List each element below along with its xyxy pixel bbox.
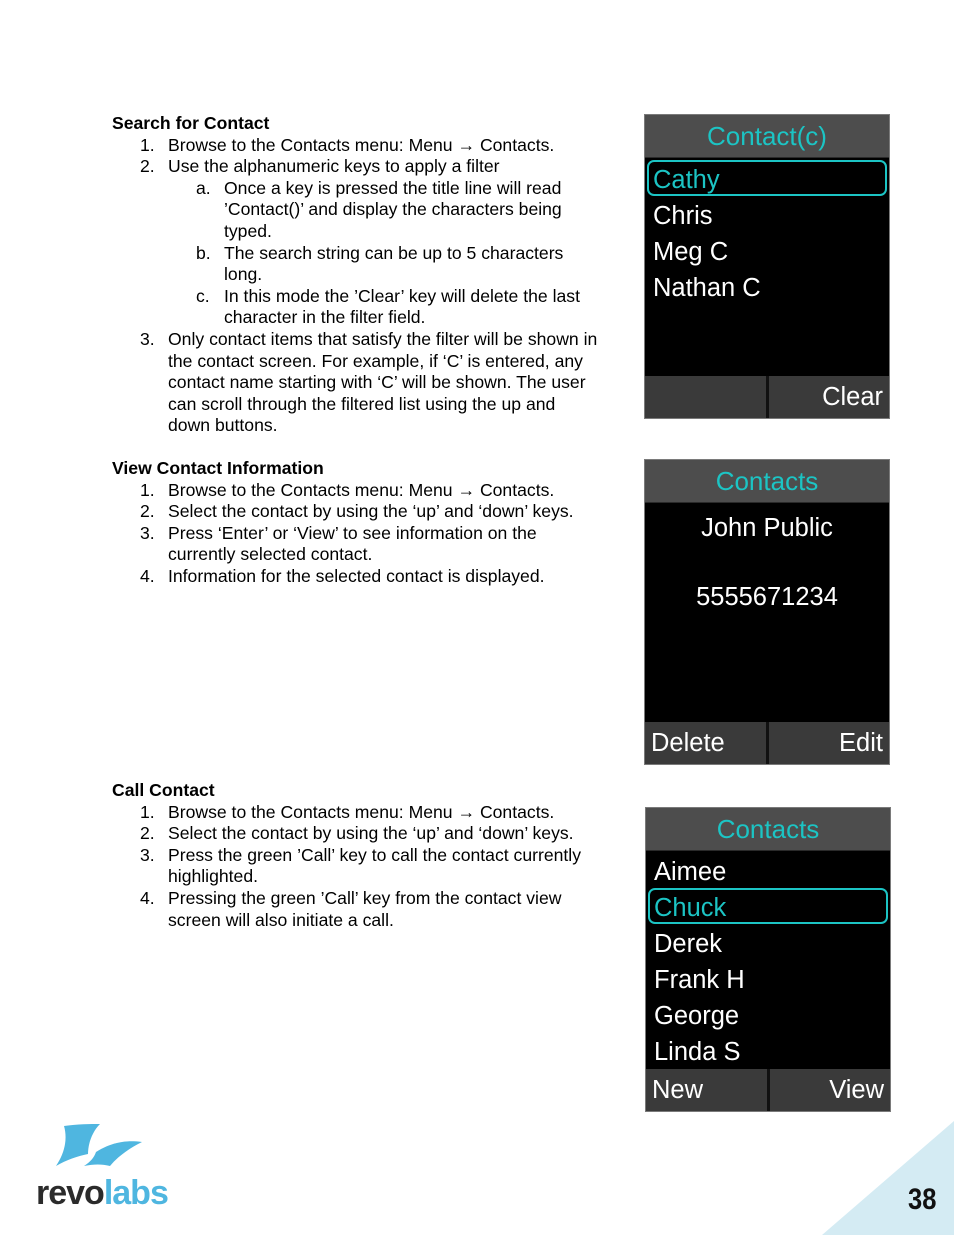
softkey-new[interactable]: New: [646, 1069, 770, 1111]
step-text: Browse to the Contacts menu: Menu → Cont…: [168, 134, 555, 155]
contact-row[interactable]: Meg C: [647, 232, 887, 268]
substep-letter: b.: [196, 242, 211, 263]
step-text: Select the contact by using the ‘up’ and…: [168, 501, 574, 522]
step-text: Use the alphanumeric keys to apply a fil…: [168, 156, 500, 177]
substep-item: a. Once a key is pressed the title line w…: [168, 178, 602, 243]
step-item: 2. Use the alphanumeric keys to apply a f…: [112, 156, 602, 329]
step-item: 1. Browse to the Contacts menu: Menu → Co…: [112, 802, 602, 824]
contact-row[interactable]: Nathan C: [647, 268, 887, 304]
step-item: 3. Press the green ’Call’ key to call the…: [112, 845, 602, 888]
step-number: 1.: [140, 801, 155, 822]
page-number: 38: [907, 1183, 936, 1216]
step-item: 2. Select the contact by using the ‘up’ a…: [112, 823, 602, 845]
steps-list: 1. Browse to the Contacts menu: Menu → Co…: [112, 480, 602, 588]
step-number: 3.: [140, 328, 155, 349]
step-number: 1.: [140, 134, 155, 155]
softkey-edit[interactable]: Edit: [768, 722, 889, 764]
screen-title: Contact(c): [645, 115, 889, 158]
softkey-clear[interactable]: Clear: [768, 376, 889, 418]
contact-row-selected[interactable]: Cathy: [647, 160, 887, 196]
contact-row-selected[interactable]: Chuck: [648, 888, 888, 924]
contact-row[interactable]: Aimee: [648, 852, 888, 888]
contact-name: John Public: [701, 514, 833, 542]
contact-row[interactable]: Linda S: [648, 1032, 888, 1068]
step-item: 3. Only contact items that satisfy the fi…: [112, 329, 602, 437]
contact-row[interactable]: George: [648, 996, 888, 1032]
steps-list: 1. Browse to the Contacts menu: Menu → Co…: [112, 135, 602, 437]
section-search-contact: Search for Contact 1. Browse to the Conta…: [112, 113, 602, 437]
step-item: 1. Browse to the Contacts menu: Menu → Co…: [112, 480, 602, 502]
phone-screen-list: Contacts Aimee Chuck Derek Frank H Georg…: [645, 807, 891, 1112]
contact-row[interactable]: Derek: [648, 924, 888, 960]
contact-list: Cathy Chris Meg C Nathan C: [645, 158, 889, 304]
substep-text: The search string can be up to 5 charact…: [224, 242, 564, 285]
softkey-bar: New View: [646, 1069, 890, 1111]
step-text: Press ‘Enter’ or ‘View’ to see informati…: [168, 522, 537, 565]
step-text: Select the contact by using the ‘up’ and…: [168, 823, 574, 844]
softkey-bar: Clear: [645, 376, 889, 418]
section-heading: View Contact Information: [112, 458, 324, 478]
step-number: 4.: [140, 565, 155, 586]
section-call-contact: Call Contact 1. Browse to the Contacts me…: [112, 780, 602, 931]
step-number: 3.: [140, 522, 155, 543]
logo-wordmark: revolabs: [36, 1174, 169, 1213]
contact-list: Aimee Chuck Derek Frank H George Linda S: [646, 851, 890, 1068]
step-text: Browse to the Contacts menu: Menu → Cont…: [168, 479, 555, 500]
step-number: 2.: [140, 156, 155, 177]
step-number: 2.: [140, 501, 155, 522]
step-number: 2.: [140, 823, 155, 844]
step-text: Browse to the Contacts menu: Menu → Cont…: [168, 801, 555, 822]
phone-screen-filter: Contact(c) Cathy Chris Meg C Nathan C Cl…: [644, 114, 890, 419]
step-number: 4.: [140, 887, 155, 908]
screen-title: Contacts: [646, 808, 890, 851]
page-corner-triangle: [822, 1121, 954, 1235]
step-text: Press the green ’Call’ key to call the c…: [168, 844, 581, 887]
step-item: 1. Browse to the Contacts menu: Menu → Co…: [112, 135, 602, 157]
section-view-contact: View Contact Information 1. Browse to the…: [112, 458, 602, 588]
step-text: Only contact items that satisfy the filt…: [168, 328, 598, 436]
section-heading: Call Contact: [112, 780, 215, 800]
step-number: 1.: [140, 479, 155, 500]
step-item: 4. Pressing the green ’Call’ key from the…: [112, 888, 602, 931]
step-number: 3.: [140, 844, 155, 865]
phone-screen-detail: Contacts John Public 5555671234 Delete E…: [644, 459, 890, 765]
substep-text: Once a key is pressed the title line wil…: [224, 177, 562, 241]
contact-row[interactable]: Frank H: [648, 960, 888, 996]
softkey-view[interactable]: View: [769, 1069, 890, 1111]
contact-number: 5555671234: [696, 583, 838, 611]
softkey-bar: Delete Edit: [645, 722, 889, 764]
steps-list: 1. Browse to the Contacts menu: Menu → Co…: [112, 802, 602, 932]
contact-row[interactable]: Chris: [647, 196, 887, 232]
substep-text: In this mode the ’Clear’ key will delete…: [224, 285, 580, 328]
substep-item: b. The search string can be up to 5 chara…: [168, 243, 602, 286]
step-text: Information for the selected contact is …: [168, 565, 545, 586]
logo-text-revo: revo: [36, 1174, 105, 1212]
substep-letter: a.: [196, 177, 211, 198]
substep-letter: c.: [196, 285, 210, 306]
substeps-list: a. Once a key is pressed the title line w…: [168, 178, 602, 329]
step-text: Pressing the green ’Call’ key from the c…: [168, 887, 562, 930]
screen-title: Contacts: [645, 460, 889, 503]
section-heading: Search for Contact: [112, 113, 270, 133]
substep-item: c. In this mode the ’Clear’ key will dele…: [168, 286, 602, 329]
step-item: 2. Select the contact by using the ‘up’ a…: [112, 501, 602, 523]
logo-text-labs: labs: [103, 1174, 169, 1212]
softkey-left[interactable]: [645, 376, 769, 418]
softkey-delete[interactable]: Delete: [645, 722, 769, 764]
revolabs-logo: revolabs: [36, 1122, 169, 1212]
fin-icon: [56, 1124, 142, 1166]
step-item: 3. Press ‘Enter’ or ‘View’ to see informa…: [112, 523, 602, 566]
step-item: 4. Information for the selected contact i…: [112, 566, 602, 588]
